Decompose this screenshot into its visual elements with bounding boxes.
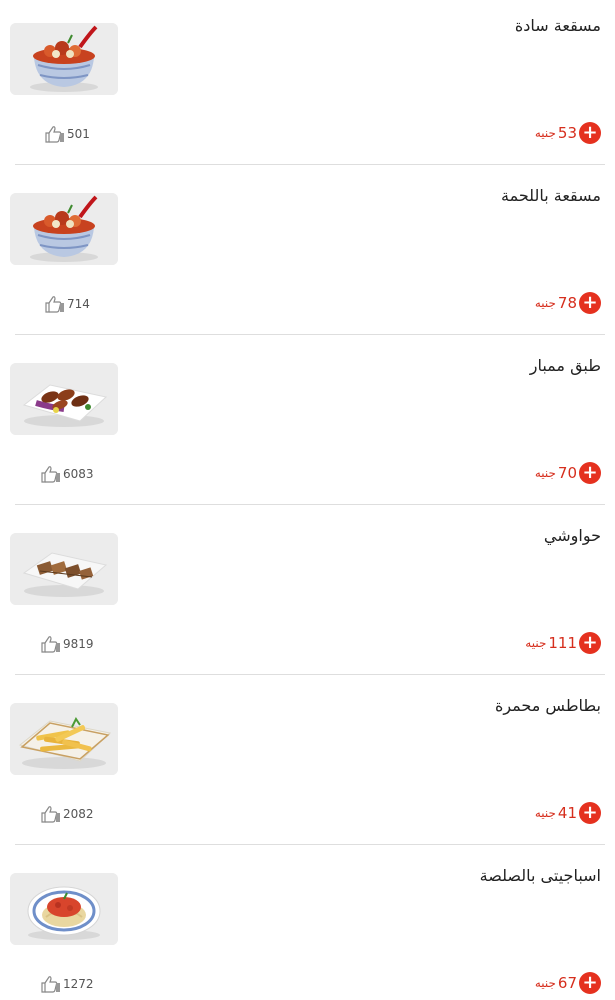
like-button[interactable]: 1272 <box>41 974 94 994</box>
thumbs-up-icon <box>41 975 61 993</box>
dish-image-mumbar-plate[interactable] <box>10 363 118 435</box>
price-value: 111 <box>548 634 577 652</box>
menu-item[interactable]: حواوشي + 111 جنيه 9819 <box>0 510 615 680</box>
divider <box>15 504 605 505</box>
like-button[interactable]: 501 <box>45 124 90 144</box>
menu-item[interactable]: بطاطس محمرة + 41 جنيه 2082 <box>0 680 615 850</box>
dish-image-eggplant-bowl[interactable] <box>10 23 118 95</box>
price-value: 67 <box>557 974 577 992</box>
plus-icon: + <box>582 631 598 653</box>
price-currency: جنيه <box>534 126 556 140</box>
likes-count: 501 <box>67 127 90 141</box>
likes-count: 1272 <box>63 977 94 991</box>
add-to-cart-button[interactable]: + <box>579 292 601 314</box>
likes-count: 9819 <box>63 637 94 651</box>
divider <box>15 674 605 675</box>
price-row: + 111 جنيه <box>525 632 601 654</box>
divider <box>15 164 605 165</box>
price-currency: جنيه <box>534 976 556 990</box>
price-value: 70 <box>557 464 577 482</box>
price-value: 78 <box>557 294 577 312</box>
add-to-cart-button[interactable]: + <box>579 122 601 144</box>
menu-item[interactable]: مسقعة باللحمة + 78 جنيه 714 <box>0 170 615 340</box>
like-button[interactable]: 6083 <box>41 464 94 484</box>
like-button[interactable]: 2082 <box>41 804 94 824</box>
dish-name: حواوشي <box>543 526 601 545</box>
plus-icon: + <box>582 461 598 483</box>
dish-image-eggplant-bowl[interactable] <box>10 193 118 265</box>
thumbs-up-icon <box>41 465 61 483</box>
divider <box>15 844 605 845</box>
menu-item[interactable]: طبق ممبار + 70 جنيه 6083 <box>0 340 615 510</box>
price-value: 53 <box>557 124 577 142</box>
price-row: + 53 جنيه <box>535 122 601 144</box>
thumbs-up-icon <box>45 125 65 143</box>
dish-image-spaghetti-plate[interactable] <box>10 873 118 945</box>
price-currency: جنيه <box>525 636 547 650</box>
thumbs-up-icon <box>41 635 61 653</box>
plus-icon: + <box>582 121 598 143</box>
price-currency: جنيه <box>534 296 556 310</box>
thumbs-up-icon <box>45 295 65 313</box>
add-to-cart-button[interactable]: + <box>579 632 601 654</box>
dish-image-hawawshi-plate[interactable] <box>10 533 118 605</box>
dish-name: مسقعة سادة <box>514 16 601 35</box>
menu-item[interactable]: مسقعة سادة + 53 جنيه 501 <box>0 0 615 170</box>
likes-count: 2082 <box>63 807 94 821</box>
plus-icon: + <box>582 801 598 823</box>
like-button[interactable]: 9819 <box>41 634 94 654</box>
dish-name: بطاطس محمرة <box>494 696 601 715</box>
menu-item[interactable]: اسباجيتى بالصلصة + 67 جنيه 1272 <box>0 850 615 1000</box>
like-button[interactable]: 714 <box>45 294 90 314</box>
thumbs-up-icon <box>41 805 61 823</box>
add-to-cart-button[interactable]: + <box>579 802 601 824</box>
dish-image-fries-plate[interactable] <box>10 703 118 775</box>
price-currency: جنيه <box>534 806 556 820</box>
add-to-cart-button[interactable]: + <box>579 462 601 484</box>
price-value: 41 <box>557 804 577 822</box>
plus-icon: + <box>582 971 598 993</box>
likes-count: 714 <box>67 297 90 311</box>
add-to-cart-button[interactable]: + <box>579 972 601 994</box>
likes-count: 6083 <box>63 467 94 481</box>
price-currency: جنيه <box>534 466 556 480</box>
dish-name: مسقعة باللحمة <box>501 186 601 205</box>
price-row: + 70 جنيه <box>535 462 601 484</box>
dish-name: طبق ممبار <box>529 356 601 375</box>
price-row: + 41 جنيه <box>535 802 601 824</box>
plus-icon: + <box>582 291 598 313</box>
dish-name: اسباجيتى بالصلصة <box>479 866 601 885</box>
divider <box>15 334 605 335</box>
menu-list: مسقعة سادة + 53 جنيه 501 مسقعة باللحمة +… <box>0 0 615 1000</box>
price-row: + 67 جنيه <box>535 972 601 994</box>
price-row: + 78 جنيه <box>535 292 601 314</box>
